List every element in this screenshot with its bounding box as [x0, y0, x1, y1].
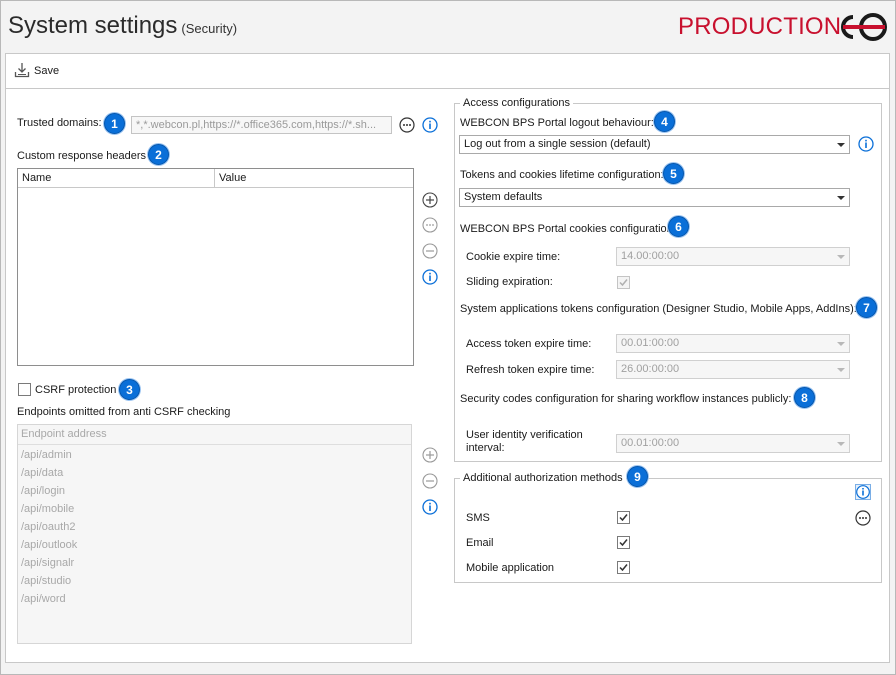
sliding-expiration-label: Sliding expiration: — [466, 276, 553, 288]
cookie-expire-value: 14.00:00:00 — [621, 250, 680, 262]
more-options-icon[interactable] — [399, 117, 415, 133]
tokens-lifetime-value: System defaults — [464, 191, 543, 203]
page-subtitle: (Security) — [181, 21, 238, 36]
list-item[interactable]: /api/oauth2 — [21, 521, 75, 533]
list-item[interactable]: /api/outlook — [21, 539, 77, 551]
refresh-token-select[interactable]: 26.00:00:00 — [616, 360, 850, 379]
badge-8: 8 — [794, 387, 815, 408]
refresh-token-label: Refresh token expire time: — [466, 364, 595, 376]
endpoints-header: Endpoint address — [18, 425, 411, 445]
headers-info-icon[interactable] — [422, 269, 438, 285]
list-item[interactable]: /api/studio — [21, 575, 71, 587]
access-token-select[interactable]: 00.01:00:00 — [616, 334, 850, 353]
chevron-down-icon — [837, 255, 845, 259]
page-title-text: System settings — [8, 12, 178, 39]
grid-header: Name Value — [18, 169, 413, 188]
list-item[interactable]: /api/mobile — [21, 503, 74, 515]
badge-5: 5 — [663, 163, 684, 184]
chevron-down-icon — [837, 342, 845, 346]
access-configurations-title: Access configurations — [460, 97, 573, 109]
save-button[interactable]: Save — [34, 65, 59, 77]
auth-info-icon[interactable] — [855, 484, 871, 500]
check-icon — [619, 539, 628, 547]
badge-2: 2 — [148, 144, 169, 165]
auth-method-mobile-label: Mobile application — [466, 562, 555, 574]
logout-behaviour-value: Log out from a single session (default) — [464, 138, 651, 150]
list-item[interactable]: /api/admin — [21, 449, 72, 461]
auth-more-options-icon[interactable] — [855, 510, 871, 526]
trusted-domains-input[interactable]: *,*.webcon.pl,https://*.office365.com,ht… — [131, 116, 392, 134]
list-item[interactable]: /api/signalr — [21, 557, 74, 569]
add-header-icon[interactable] — [422, 192, 438, 208]
auth-method-sms-label: SMS — [466, 512, 490, 524]
custom-headers-grid: Name Value — [17, 168, 414, 366]
grid-column-value[interactable]: Value — [219, 172, 246, 184]
list-item[interactable]: /api/login — [21, 485, 65, 497]
remove-endpoint-icon[interactable] — [422, 473, 438, 489]
endpoints-list[interactable]: Endpoint address /api/admin /api/data /a… — [17, 424, 412, 644]
identity-verification-label-line1: User identity verification — [466, 429, 583, 441]
badge-3: 3 — [119, 379, 140, 400]
list-item[interactable]: /api/word — [21, 593, 66, 605]
csrf-label: CSRF protection — [35, 384, 117, 396]
add-endpoint-icon[interactable] — [422, 447, 438, 463]
chevron-down-icon — [837, 368, 845, 372]
endpoints-label: Endpoints omitted from anti CSRF checkin… — [17, 406, 231, 418]
badge-9: 9 — [627, 466, 648, 487]
auth-method-email-label: Email — [466, 537, 494, 549]
endpoints-info-icon[interactable] — [422, 499, 438, 515]
check-icon — [619, 564, 628, 572]
logout-info-icon[interactable] — [858, 136, 874, 152]
check-icon — [619, 279, 628, 287]
csrf-checkbox[interactable] — [18, 383, 31, 396]
identity-verification-select[interactable]: 00.01:00:00 — [616, 434, 850, 453]
grid-column-divider[interactable] — [214, 169, 215, 188]
access-token-value: 00.01:00:00 — [621, 337, 680, 349]
chevron-down-icon — [837, 442, 845, 446]
remove-header-icon[interactable] — [422, 243, 438, 259]
chevron-down-icon — [837, 196, 845, 200]
list-item[interactable]: /api/data — [21, 467, 63, 479]
security-codes-label: Security codes configuration for sharing… — [460, 393, 792, 405]
grid-column-name[interactable]: Name — [22, 172, 51, 184]
badge-7: 7 — [856, 297, 877, 318]
badge-1: 1 — [104, 113, 125, 134]
cookie-expire-label: Cookie expire time: — [466, 251, 561, 263]
cookies-config-label: WEBCON BPS Portal cookies configuration: — [460, 223, 676, 235]
badge-4: 4 — [654, 111, 675, 132]
edit-header-icon[interactable] — [422, 217, 438, 233]
access-token-label: Access token expire time: — [466, 338, 592, 350]
identity-verification-value: 00.01:00:00 — [621, 437, 680, 449]
environment-label: PRODUCTION — [678, 13, 842, 40]
check-icon — [619, 514, 628, 522]
auth-methods-title: Additional authorization methods — [460, 472, 626, 484]
auth-method-mobile-checkbox[interactable] — [617, 561, 630, 574]
environment-logo-icon — [841, 13, 887, 41]
refresh-token-value: 26.00:00:00 — [621, 363, 680, 375]
logout-behaviour-label: WEBCON BPS Portal logout behaviour: — [460, 117, 654, 129]
save-icon[interactable] — [14, 62, 30, 78]
badge-6: 6 — [668, 216, 689, 237]
identity-verification-label-line2: interval: — [466, 442, 505, 454]
cookie-expire-select[interactable]: 14.00:00:00 — [616, 247, 850, 266]
custom-headers-label: Custom response headers — [17, 150, 147, 162]
page-title: System settings (Security) — [8, 12, 237, 40]
tokens-lifetime-label: Tokens and cookies lifetime configuratio… — [460, 169, 664, 181]
identity-verification-label: User identity verification interval: — [466, 429, 583, 455]
tokens-lifetime-select[interactable]: System defaults — [459, 188, 850, 207]
auth-method-email-checkbox[interactable] — [617, 536, 630, 549]
chevron-down-icon — [837, 143, 845, 147]
logout-behaviour-select[interactable]: Log out from a single session (default) — [459, 135, 850, 154]
system-apps-tokens-label: System applications tokens configuration… — [460, 303, 857, 315]
info-icon[interactable] — [422, 117, 438, 133]
auth-method-sms-checkbox[interactable] — [617, 511, 630, 524]
sliding-expiration-checkbox[interactable] — [617, 276, 630, 289]
toolbar — [5, 53, 890, 88]
trusted-domains-label: Trusted domains: — [17, 117, 102, 129]
